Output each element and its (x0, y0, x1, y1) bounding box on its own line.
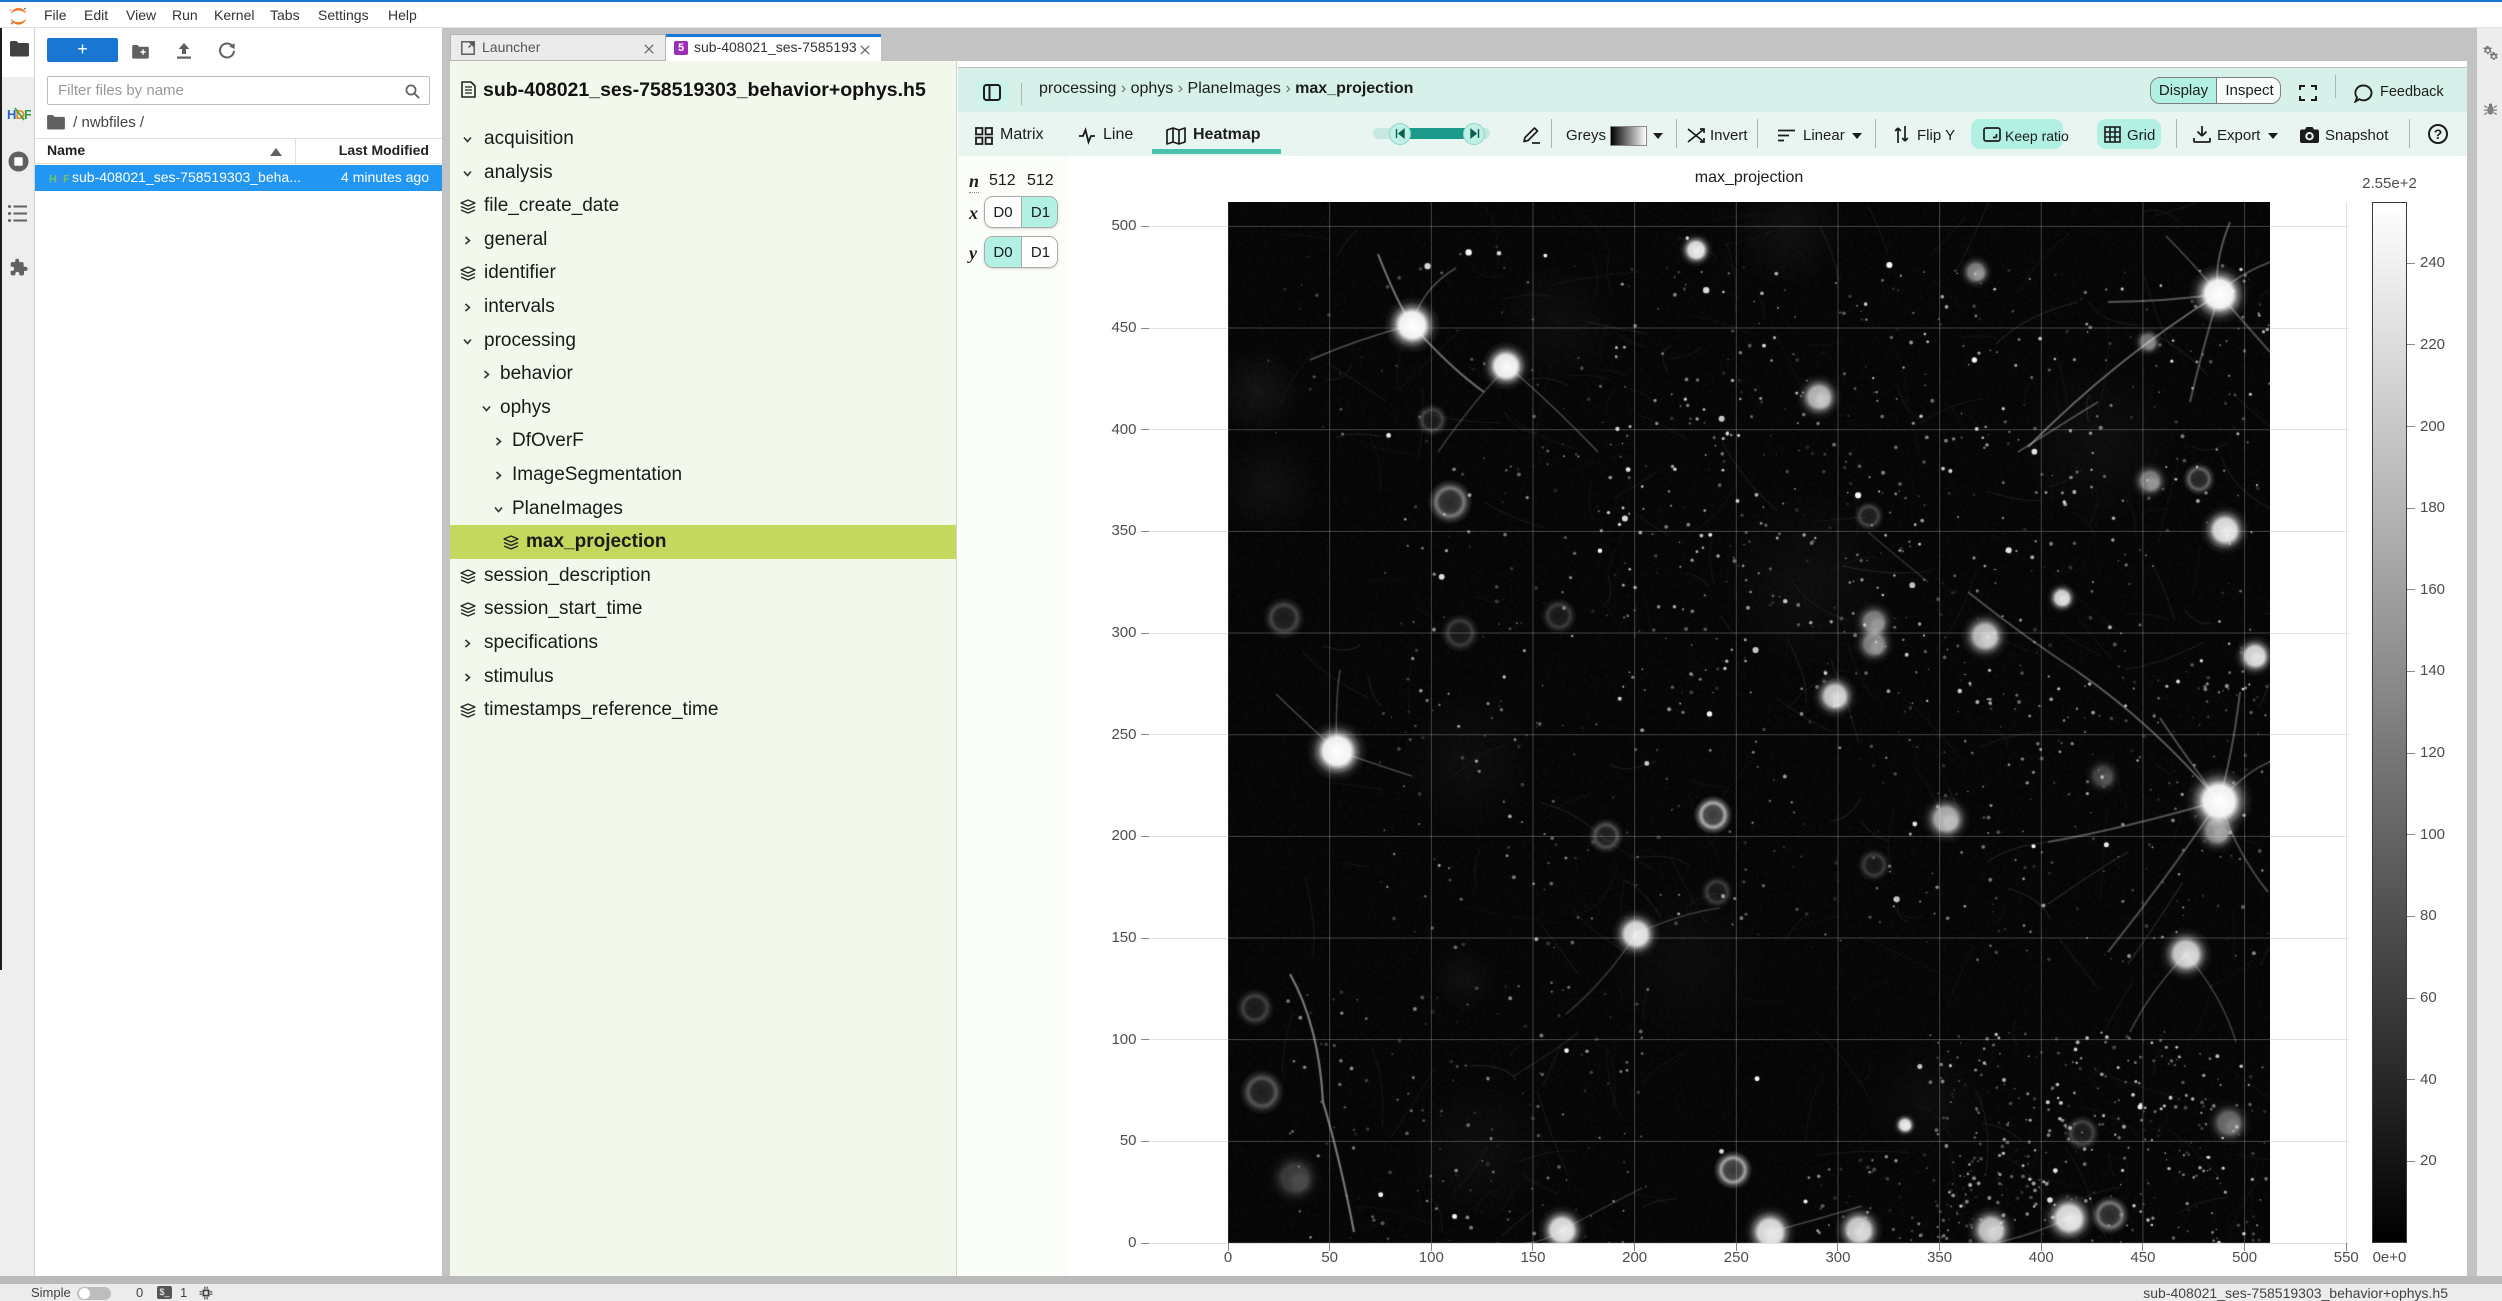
svg-text:F: F (24, 107, 31, 122)
svg-text:F: F (63, 174, 69, 186)
